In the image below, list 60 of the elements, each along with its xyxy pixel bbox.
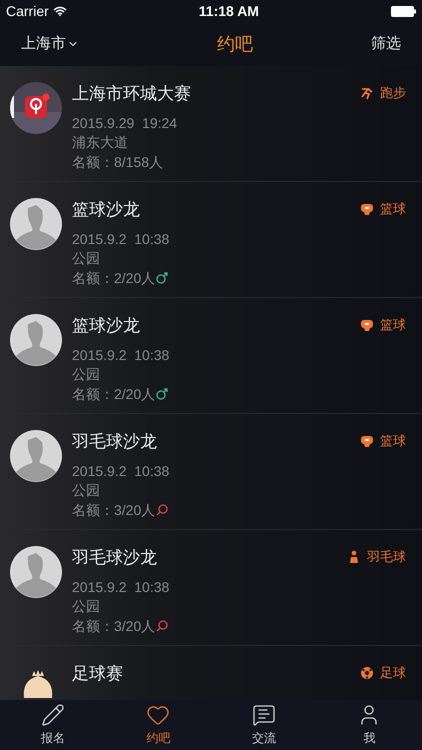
event-time: 2015.9.29 19:24 [72,114,178,132]
male-icon [156,272,168,284]
chat-icon [252,703,276,727]
event-row[interactable]: 羽毛球沙龙 2015.9.2 10:38 公园 名额：3/20人 篮球 [0,414,422,530]
football-icon [360,666,374,680]
sport-tag: 羽毛球 [367,550,406,564]
basketball-hoop-icon [360,202,374,216]
event-quota: 名额：2/20人 [72,385,156,404]
event-time: 2015.9.2 10:38 [72,230,170,248]
tab-bar-item[interactable]: 报名 [0,703,106,747]
event-row[interactable]: 篮球沙龙 2015.9.2 10:38 公园 名额：2/20人 篮球 [0,298,422,414]
female-icon [156,620,168,632]
event-title: 羽毛球沙龙 [72,431,158,453]
carrier-label: Carrier [6,2,49,20]
default-avatar-icon [10,198,62,250]
event-time: 2015.9.2 10:38 [72,578,170,596]
sport-tag: 足球 [380,666,406,680]
male-icon [156,388,168,400]
event-title: 篮球沙龙 [72,199,141,221]
sport-tag: 跑步 [380,86,406,100]
event-time: 2015.9.2 10:38 [72,462,170,480]
event-title: 羽毛球沙龙 [72,547,158,569]
basketball-hoop-icon [360,318,374,332]
sport-tag: 篮球 [380,318,406,332]
event-title: 足球赛 [72,663,124,685]
clock: 11:18 AM [198,2,259,20]
event-title: 篮球沙龙 [72,315,141,337]
running-icon [360,86,374,100]
battery-icon [391,6,416,16]
event-place: 公园 [72,249,101,268]
event-row[interactable]: 篮球沙龙 2015.9.2 10:38 公园 名额：2/20人 篮球 [0,182,422,298]
pencil-icon [40,703,65,727]
city-selector[interactable]: 上海市 [21,32,79,56]
event-quota: 名额：8/158人 [72,153,164,172]
sport-tag: 篮球 [380,434,406,448]
default-avatar-icon [10,546,62,598]
heart-icon [146,703,170,727]
default-avatar-icon [10,314,62,366]
event-title: 上海市环城大赛 [72,83,192,105]
event-place: 浦东大道 [72,133,129,152]
event-place: 公园 [72,597,101,616]
event-row[interactable]: 羽毛球沙龙 2015.9.2 10:38 公园 名额：3/20人 羽毛球 [0,530,422,646]
tab-bar-item[interactable]: 我 [316,703,422,747]
tab-bar-item[interactable]: 约吧 [106,703,211,747]
wifi-icon [52,6,67,16]
event-quota: 名额：3/20人 [72,501,156,520]
event-place: 公园 [72,481,101,500]
event-row[interactable]: 上海市环城大赛 2015.9.29 19:24 浦东大道 名额：8/158人 跑步 [0,66,422,182]
event-time: 2015.9.2 10:38 [72,346,170,364]
filter-button[interactable]: 筛选 [371,32,401,56]
player-icon [347,550,361,564]
female-icon [156,504,168,516]
event-quota: 名额：3/20人 [72,617,156,636]
event-quota: 名额：2/20人 [72,269,156,288]
basketball-hoop-icon [360,434,374,448]
default-avatar-icon [10,430,62,482]
event-place: 公园 [72,365,101,384]
sport-tag: 篮球 [380,202,406,216]
tab-bar-item[interactable]: 交流 [211,703,316,747]
page-title: 约吧 [217,32,253,56]
